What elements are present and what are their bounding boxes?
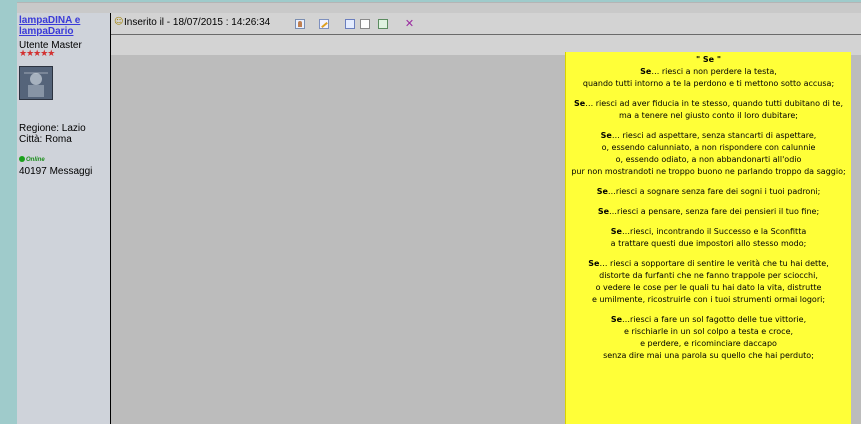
poem-line-text: e perdere, e ricominciare daccapo [640, 339, 777, 348]
poem-line-text: o vedere le cose per le quali tu hai dat… [595, 283, 822, 292]
edit-icon[interactable] [319, 19, 329, 29]
poem-line: Se…riesci a pensare, senza fare dei pens… [566, 206, 851, 218]
poem-line: e rischiarle in un sol colpo a testa e c… [566, 326, 851, 338]
poem-stanza: Se… riesci ad aspettare, senza stancarti… [566, 130, 851, 178]
poem-line-text: ma a tenere nel giusto conto il loro dub… [619, 111, 798, 120]
online-dot-icon [19, 156, 25, 162]
poem-line-text: e umilmente, ricostruirle con i tuoi str… [591, 295, 826, 304]
poem-line-text: … riesci a sopportare di sentire le veri… [599, 259, 829, 268]
poem-line: Se… riesci ad aver fiducia in te stesso,… [566, 98, 851, 110]
poem-stanza: Se… riesci ad aver fiducia in te stesso,… [566, 98, 851, 122]
poem-lead-word: Se [610, 315, 623, 324]
author-name-link[interactable]: lampaDINA e lampaDario [19, 15, 109, 37]
poem-stanza: Se…riesci a pensare, senza fare dei pens… [566, 206, 851, 218]
poem-lead-word: Se [588, 259, 600, 268]
poem-line: a trattare questi due impostori allo ste… [566, 238, 851, 250]
poem-line-text: …riesci, incontrando il Successo e la Sc… [621, 227, 807, 236]
post-header: ☺ Inserito il - 18/07/2015 : 14:26:34 ✕ [111, 13, 861, 35]
poem-line: Se…riesci a fare un sol fagotto delle tu… [566, 314, 851, 326]
poem-line-text: … riesci ad aspettare, senza stancarti d… [611, 131, 817, 140]
poem-line: Se… riesci a sopportare di sentire le ve… [566, 258, 851, 270]
profile-icon[interactable] [295, 19, 305, 29]
online-label: Online [26, 157, 45, 163]
poem-line-text: e rischiarle in un sol colpo a testa e c… [623, 327, 794, 336]
poem-line: pur non mostrandoti ne troppo buono ne p… [566, 166, 851, 178]
poem-stanza: Se…riesci a fare un sol fagotto delle tu… [566, 314, 851, 362]
poem-line: o, essendo calunniato, a non rispondere … [566, 142, 851, 154]
poem-line-text: senza dire mai una parola su quello che … [603, 351, 814, 360]
avatar-image [20, 67, 52, 99]
post-date: Inserito il - 18/07/2015 : 14:26:34 [124, 17, 271, 28]
message-count: 40197 Messaggi [19, 166, 93, 177]
poem-line-text: a trattare questi due impostori allo ste… [610, 239, 807, 248]
poem-line: o vedere le cose per le quali tu hai dat… [566, 282, 851, 294]
poem-line: Se…riesci a sognare senza fare dei sogni… [566, 186, 851, 198]
poem-line: o, essendo odiato, a non abbandonarti al… [566, 154, 851, 166]
poem-line-text: …riesci a sognare senza fare dei sogni i… [607, 187, 821, 196]
poem-stanza: Se… riesci a non perdere la testa, quando… [566, 66, 851, 90]
poem-lead-word: Se [600, 131, 612, 140]
poem-line-text: … riesci ad aver fiducia in te stesso, q… [585, 99, 843, 108]
poem-line: Se…riesci, incontrando il Successo e la … [566, 226, 851, 238]
poem-line: e perdere, e ricominciare daccapo [566, 338, 851, 350]
poem-line: Se… riesci a non perdere la testa, [566, 66, 851, 78]
author-city: Città: Roma [19, 134, 72, 145]
poem-line-text: pur non mostrandoti ne troppo buono ne p… [571, 167, 846, 176]
page-icon[interactable] [360, 19, 370, 29]
poem-line: ma a tenere nel giusto conto il loro dub… [566, 110, 851, 122]
poem-lead-word: Se [596, 187, 608, 196]
author-region: Regione: Lazio [19, 123, 86, 134]
quote-icon[interactable] [345, 19, 355, 29]
poem-lead-word: Se [597, 207, 610, 216]
poem-line: e umilmente, ricostruirle con i tuoi str… [566, 294, 851, 306]
poem-stanza: Se… riesci a sopportare di sentire le ve… [566, 258, 851, 306]
poem-line-text: o, essendo odiato, a non abbandonarti al… [615, 155, 802, 164]
poem-line-text: o, essendo calunniato, a non rispondere … [601, 143, 816, 152]
poem-line: distorte da furfanti che ne fanno trappo… [566, 270, 851, 282]
poem-lead-word: Se [640, 67, 652, 76]
smiley-icon: ☺ [114, 17, 124, 27]
poem-title: " Se " [695, 55, 722, 64]
poem-line: quando tutti intorno a te la perdono e t… [566, 78, 851, 90]
poem-line-text: distorte da furfanti che ne fanno trappo… [599, 271, 818, 280]
avatar[interactable] [19, 66, 53, 100]
online-status: Online [19, 156, 45, 164]
poem-line: Se… riesci ad aspettare, senza stancarti… [566, 130, 851, 142]
poem-box: " Se " Se… riesci a non perdere la testa… [565, 52, 851, 424]
poem-stanza: Se…riesci a sognare senza fare dei sogni… [566, 186, 851, 198]
rank-stars: ★★★★★ [19, 49, 55, 59]
poem-line-text: …riesci a pensare, senza fare dei pensie… [609, 207, 820, 216]
poem-line: senza dire mai una parola su quello che … [566, 350, 851, 362]
author-sidebar: lampaDINA e lampaDario Utente Master ★★★… [17, 13, 111, 424]
poem-stanzas: Se… riesci a non perdere la testa, quando… [566, 66, 851, 362]
delete-icon[interactable]: ✕ [404, 18, 415, 29]
poem-lead-word: Se [574, 99, 586, 108]
poem-line-text: …riesci a fare un sol fagotto delle tue … [622, 315, 807, 324]
poem-stanza: Se…riesci, incontrando il Successo e la … [566, 226, 851, 250]
poem-line-text: … riesci a non perdere la testa, [651, 67, 777, 76]
poem-line-text: quando tutti intorno a te la perdono e t… [582, 79, 835, 88]
poem-lead-word: Se [610, 227, 622, 236]
reply-icon[interactable] [378, 19, 388, 29]
